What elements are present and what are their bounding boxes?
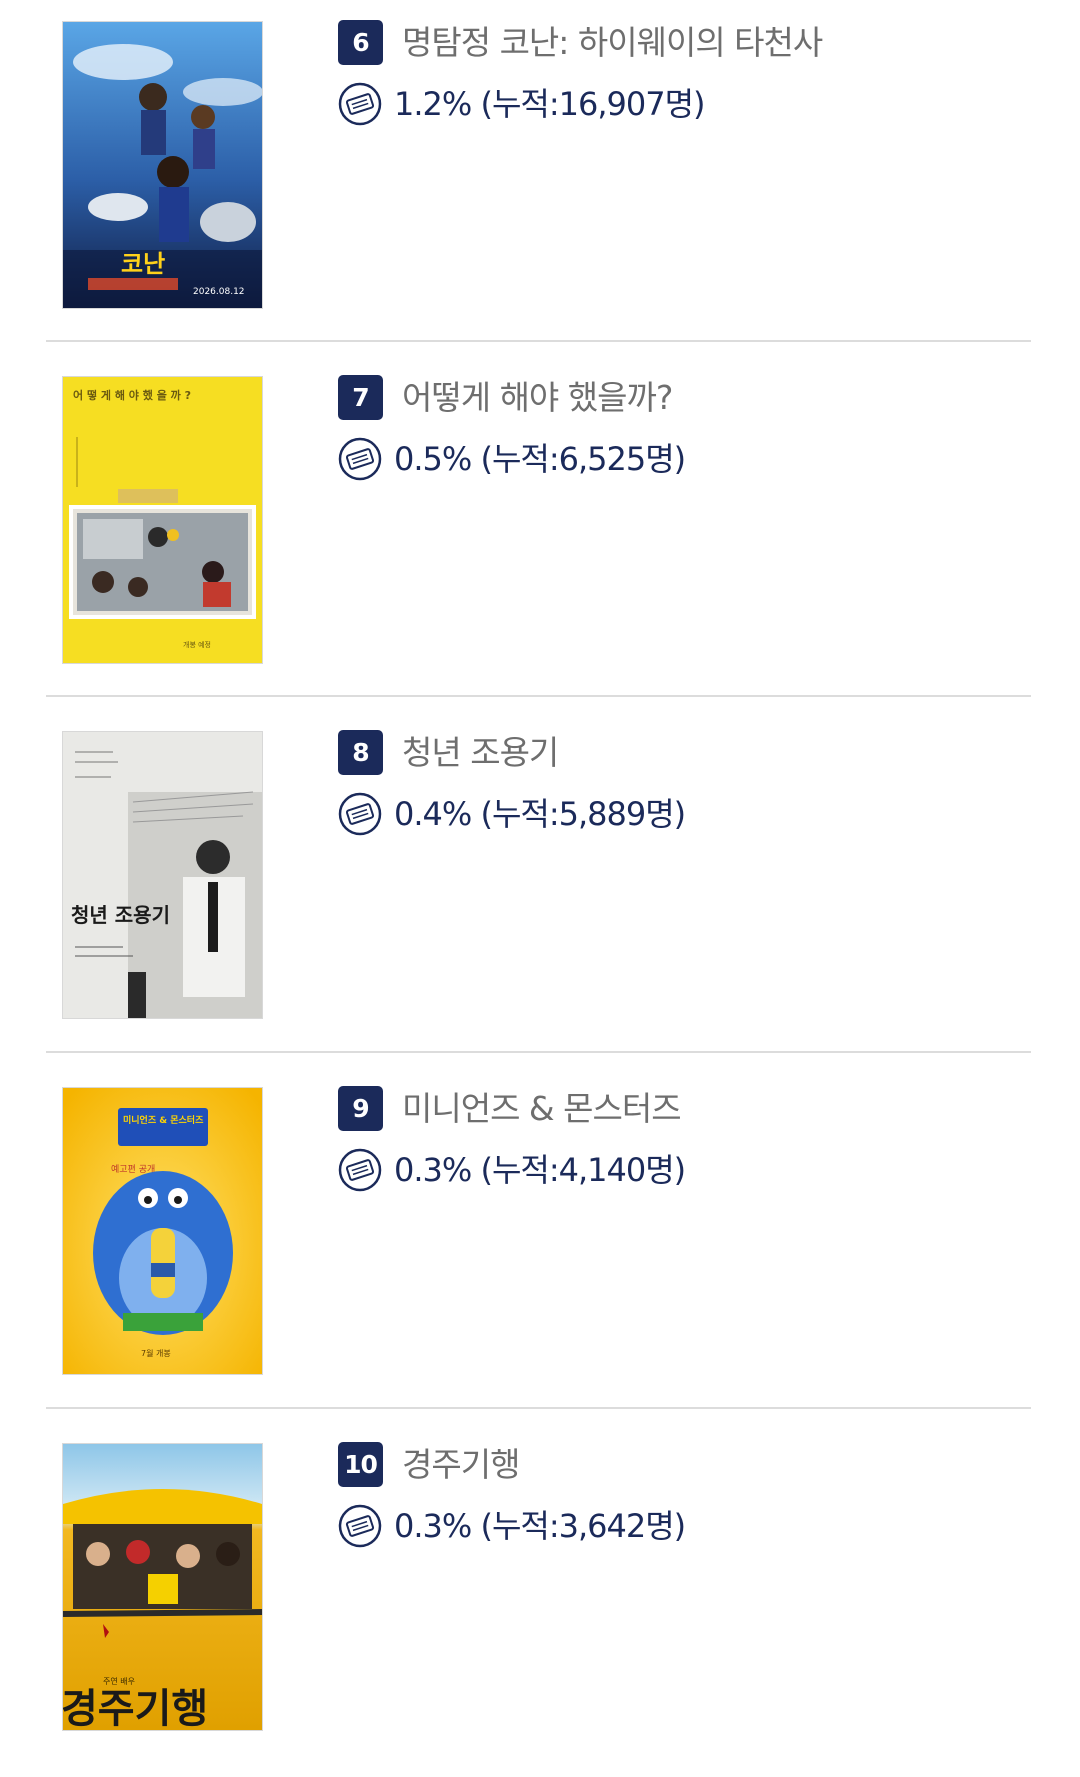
divider (46, 1051, 1031, 1053)
list-item[interactable]: 미니언즈 & 몬스터즈 예고편 공개 7월 개봉 9 미니언즈 & 몬스터즈 0… (0, 1066, 1080, 1421)
movie-title[interactable]: 명탐정 코난: 하이웨이의 타천사 (402, 22, 823, 64)
ticket-icon (338, 437, 382, 481)
rank-badge: 10 (338, 1442, 383, 1487)
rank-badge: 7 (338, 375, 383, 420)
movie-poster[interactable]: 청년 조용기 (62, 731, 263, 1019)
divider (46, 695, 1031, 697)
poster-title-text: 경주기행 (63, 1686, 208, 1730)
audience-share-stat: 0.5% (누적:6,525명) (394, 440, 686, 478)
audience-share-stat: 0.3% (누적:3,642명) (394, 1507, 686, 1545)
svg-text:7월 개봉: 7월 개봉 (141, 1348, 171, 1358)
audience-share-stat: 1.2% (누적:16,907명) (394, 85, 706, 123)
list-item[interactable]: 주연 배우 경주기행 10 경주기행 0.3% (누적:3,642명) (0, 1422, 1080, 1777)
list-item[interactable]: 어 떻 게 해 야 했 을 까 ? 개봉 예정 7 어떻게 해야 했을까? 0.… (0, 355, 1080, 710)
list-item[interactable]: 청년 조용기 8 청년 조용기 0.4% (누적:5,889명) (0, 710, 1080, 1065)
movie-title[interactable]: 미니언즈 & 몬스터즈 (402, 1088, 682, 1130)
poster-title-text: 미니언즈 & 몬스터즈 (123, 1114, 204, 1126)
list-item[interactable]: 코난 2026.08.12 6 명탐정 코난: 하이웨이의 타천사 1.2% (… (0, 0, 1080, 355)
movie-poster[interactable]: 코난 2026.08.12 (62, 21, 263, 309)
movie-poster[interactable]: 주연 배우 경주기행 (62, 1443, 263, 1731)
rank-badge: 8 (338, 730, 383, 775)
ticket-icon (338, 1148, 382, 1192)
svg-text:2026.08.12: 2026.08.12 (193, 287, 245, 297)
svg-text:개봉 예정: 개봉 예정 (183, 640, 211, 649)
movie-poster[interactable]: 미니언즈 & 몬스터즈 예고편 공개 7월 개봉 (62, 1087, 263, 1375)
ticket-icon (338, 1504, 382, 1548)
audience-share-stat: 0.3% (누적:4,140명) (394, 1151, 686, 1189)
movie-title[interactable]: 경주기행 (402, 1444, 520, 1486)
movie-title[interactable]: 청년 조용기 (402, 732, 559, 774)
audience-share-stat: 0.4% (누적:5,889명) (394, 795, 686, 833)
poster-title-text: 어 떻 게 해 야 했 을 까 ? (73, 388, 191, 402)
rank-badge: 9 (338, 1086, 383, 1131)
rank-badge: 6 (338, 20, 383, 65)
divider (46, 1407, 1031, 1409)
box-office-ranking-list: 코난 2026.08.12 6 명탐정 코난: 하이웨이의 타천사 1.2% (… (0, 0, 1080, 1769)
poster-title-text: 코난 (121, 250, 165, 278)
movie-title[interactable]: 어떻게 해야 했을까? (402, 377, 673, 419)
ticket-icon (338, 792, 382, 836)
ticket-icon (338, 82, 382, 126)
poster-title-text: 청년 조용기 (71, 903, 170, 927)
svg-text:주연 배우: 주연 배우 (103, 1677, 135, 1686)
movie-poster[interactable]: 어 떻 게 해 야 했 을 까 ? 개봉 예정 (62, 376, 263, 664)
divider (46, 340, 1031, 342)
